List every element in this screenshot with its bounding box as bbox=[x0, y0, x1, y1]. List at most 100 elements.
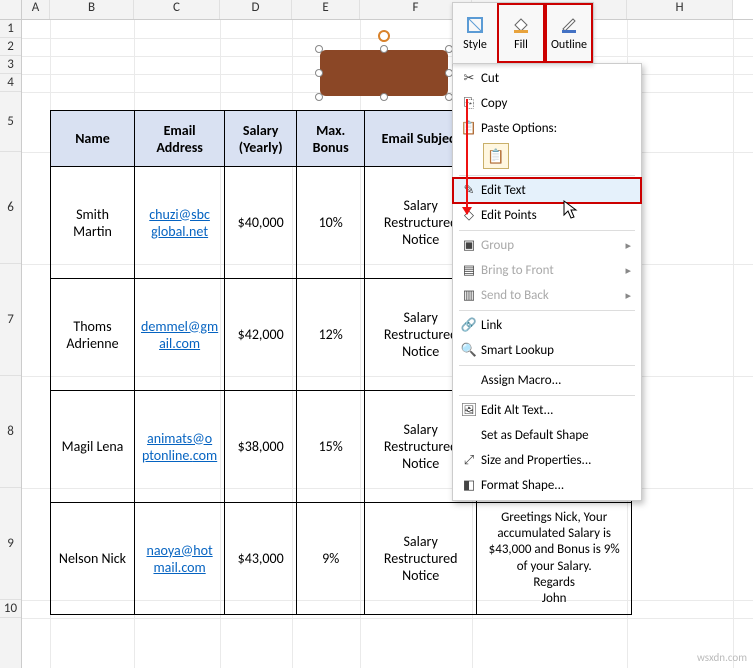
grid-area: Name Email Address Salary (Yearly) Max. … bbox=[22, 20, 753, 668]
col-head-B[interactable]: B bbox=[50, 0, 134, 19]
row-head-5[interactable]: 5 bbox=[0, 92, 21, 152]
cell-salary[interactable]: $42,000 bbox=[225, 279, 297, 391]
row-head-4[interactable]: 4 bbox=[0, 74, 21, 92]
ctx-assign-macro-label: Assign Macro... bbox=[481, 373, 631, 388]
row-head-7[interactable]: 7 bbox=[0, 264, 21, 376]
header-bonus[interactable]: Max. Bonus bbox=[297, 111, 365, 167]
format-shape-icon: ◧ bbox=[457, 478, 481, 493]
row-head-2[interactable]: 2 bbox=[0, 38, 21, 56]
copy-icon: ⎘ bbox=[457, 96, 481, 111]
cell-name[interactable]: Thoms Adrienne bbox=[51, 279, 135, 391]
cell-bonus[interactable]: 9% bbox=[297, 503, 365, 615]
ctx-edit-text-label: Edit Text bbox=[481, 183, 631, 198]
ctx-edit-points-label: Edit Points bbox=[481, 208, 631, 223]
paste-icon: 📋 bbox=[457, 121, 481, 136]
smart-lookup-icon: 🔍 bbox=[457, 343, 481, 358]
column-headers: A B C D E F G H bbox=[0, 0, 753, 20]
cell-email[interactable]: demmel@gmail.com bbox=[135, 279, 225, 391]
row-headers: 12345678910 bbox=[0, 20, 22, 668]
ctx-assign-macro[interactable]: Assign Macro... bbox=[453, 368, 641, 393]
header-name[interactable]: Name bbox=[51, 111, 135, 167]
rotate-handle-icon[interactable] bbox=[378, 30, 390, 42]
resize-handle[interactable] bbox=[315, 69, 323, 77]
cell-name[interactable]: Magil Lena bbox=[51, 391, 135, 503]
col-head-A[interactable]: A bbox=[22, 0, 50, 19]
cell-email[interactable]: naoya@hotmail.com bbox=[135, 503, 225, 615]
style-icon bbox=[464, 14, 486, 36]
cell-bonus[interactable]: 12% bbox=[297, 279, 365, 391]
col-head-H[interactable]: H bbox=[627, 0, 733, 19]
resize-handle[interactable] bbox=[315, 93, 323, 101]
cell-name[interactable]: Nelson Nick bbox=[51, 503, 135, 615]
cell-bonus[interactable]: 15% bbox=[297, 391, 365, 503]
row-head-10[interactable]: 10 bbox=[0, 600, 21, 618]
ctx-cut[interactable]: ✂ Cut bbox=[453, 66, 641, 91]
ctx-paste-label: Paste Options: bbox=[481, 121, 631, 136]
edit-text-icon: ✎ bbox=[457, 183, 481, 198]
cell-name[interactable]: Smith Martin bbox=[51, 167, 135, 279]
cell-bonus[interactable]: 10% bbox=[297, 167, 365, 279]
ctx-default-shape[interactable]: Set as Default Shape bbox=[453, 423, 641, 448]
ctx-size-props-label: Size and Properties... bbox=[481, 453, 631, 468]
chevron-right-icon: ▸ bbox=[625, 239, 631, 252]
row-head-6[interactable]: 6 bbox=[0, 152, 21, 264]
col-head-C[interactable]: C bbox=[134, 0, 220, 19]
outline-button[interactable]: Outline bbox=[545, 3, 593, 63]
email-link[interactable]: naoya@hotmail.com bbox=[147, 542, 213, 576]
fill-bucket-icon bbox=[510, 14, 532, 36]
row-head-9[interactable]: 9 bbox=[0, 488, 21, 600]
email-link[interactable]: animats@optonline.com bbox=[142, 430, 217, 464]
resize-handle[interactable] bbox=[315, 45, 323, 53]
context-menu: ✂ Cut ⎘ Copy 📋 Paste Options: 📋 ✎ Edit T… bbox=[452, 63, 642, 501]
cell-body[interactable]: Greetings Nick, Your accumulated Salary … bbox=[477, 503, 632, 615]
ctx-format-shape[interactable]: ◧ Format Shape... bbox=[453, 473, 641, 498]
chevron-right-icon: ▸ bbox=[625, 289, 631, 302]
paste-options-row: 📋 bbox=[453, 141, 641, 173]
cell-salary[interactable]: $40,000 bbox=[225, 167, 297, 279]
separator bbox=[459, 230, 635, 231]
cell-subject[interactable]: Salary Restructured Notice bbox=[365, 503, 477, 615]
cut-icon: ✂ bbox=[457, 71, 481, 86]
row-head-3[interactable]: 3 bbox=[0, 56, 21, 74]
separator bbox=[459, 175, 635, 176]
header-email[interactable]: Email Address bbox=[135, 111, 225, 167]
style-label: Style bbox=[463, 38, 487, 52]
header-salary[interactable]: Salary (Yearly) bbox=[225, 111, 297, 167]
ctx-format-shape-label: Format Shape... bbox=[481, 478, 631, 493]
row-head-1[interactable]: 1 bbox=[0, 20, 21, 38]
email-link[interactable]: demmel@gmail.com bbox=[141, 318, 218, 352]
chevron-right-icon: ▸ bbox=[625, 264, 631, 277]
send-back-icon: ▥ bbox=[457, 288, 481, 303]
ctx-copy-label: Copy bbox=[481, 96, 631, 111]
col-head-D[interactable]: D bbox=[220, 0, 292, 19]
resize-handle[interactable] bbox=[380, 45, 388, 53]
ctx-send-back: ▥ Send to Back ▸ bbox=[453, 283, 641, 308]
ctx-copy[interactable]: ⎘ Copy bbox=[453, 91, 641, 116]
fill-label: Fill bbox=[514, 38, 528, 52]
ctx-edit-alt-text[interactable]: 🖼 Edit Alt Text... bbox=[453, 398, 641, 423]
email-link[interactable]: chuzi@sbcglobal.net bbox=[149, 206, 210, 240]
row-head-8[interactable]: 8 bbox=[0, 376, 21, 488]
cell-email[interactable]: chuzi@sbcglobal.net bbox=[135, 167, 225, 279]
ctx-bring-front-label: Bring to Front bbox=[481, 263, 625, 278]
fill-button[interactable]: Fill bbox=[497, 3, 545, 63]
cell-email[interactable]: animats@optonline.com bbox=[135, 391, 225, 503]
ctx-paste-header: 📋 Paste Options: bbox=[453, 116, 641, 141]
ctx-edit-text[interactable]: ✎ Edit Text bbox=[453, 178, 641, 203]
ctx-smart-lookup[interactable]: 🔍 Smart Lookup bbox=[453, 338, 641, 363]
rounded-rectangle-shape[interactable] bbox=[320, 50, 448, 96]
ctx-link[interactable]: 🔗 Link bbox=[453, 313, 641, 338]
size-props-icon: ⤢ bbox=[457, 453, 481, 468]
paste-option-default[interactable]: 📋 bbox=[483, 143, 509, 169]
style-button[interactable]: Style bbox=[453, 3, 497, 63]
link-icon: 🔗 bbox=[457, 318, 481, 333]
ctx-edit-alt-label: Edit Alt Text... bbox=[481, 403, 631, 418]
cell-salary[interactable]: $43,000 bbox=[225, 503, 297, 615]
resize-handle[interactable] bbox=[380, 93, 388, 101]
cell-salary[interactable]: $38,000 bbox=[225, 391, 297, 503]
ctx-edit-points[interactable]: ◇ Edit Points bbox=[453, 203, 641, 228]
col-head-E[interactable]: E bbox=[292, 0, 360, 19]
ctx-group: ▣ Group ▸ bbox=[453, 233, 641, 258]
select-all-corner[interactable] bbox=[0, 0, 22, 19]
ctx-size-properties[interactable]: ⤢ Size and Properties... bbox=[453, 448, 641, 473]
